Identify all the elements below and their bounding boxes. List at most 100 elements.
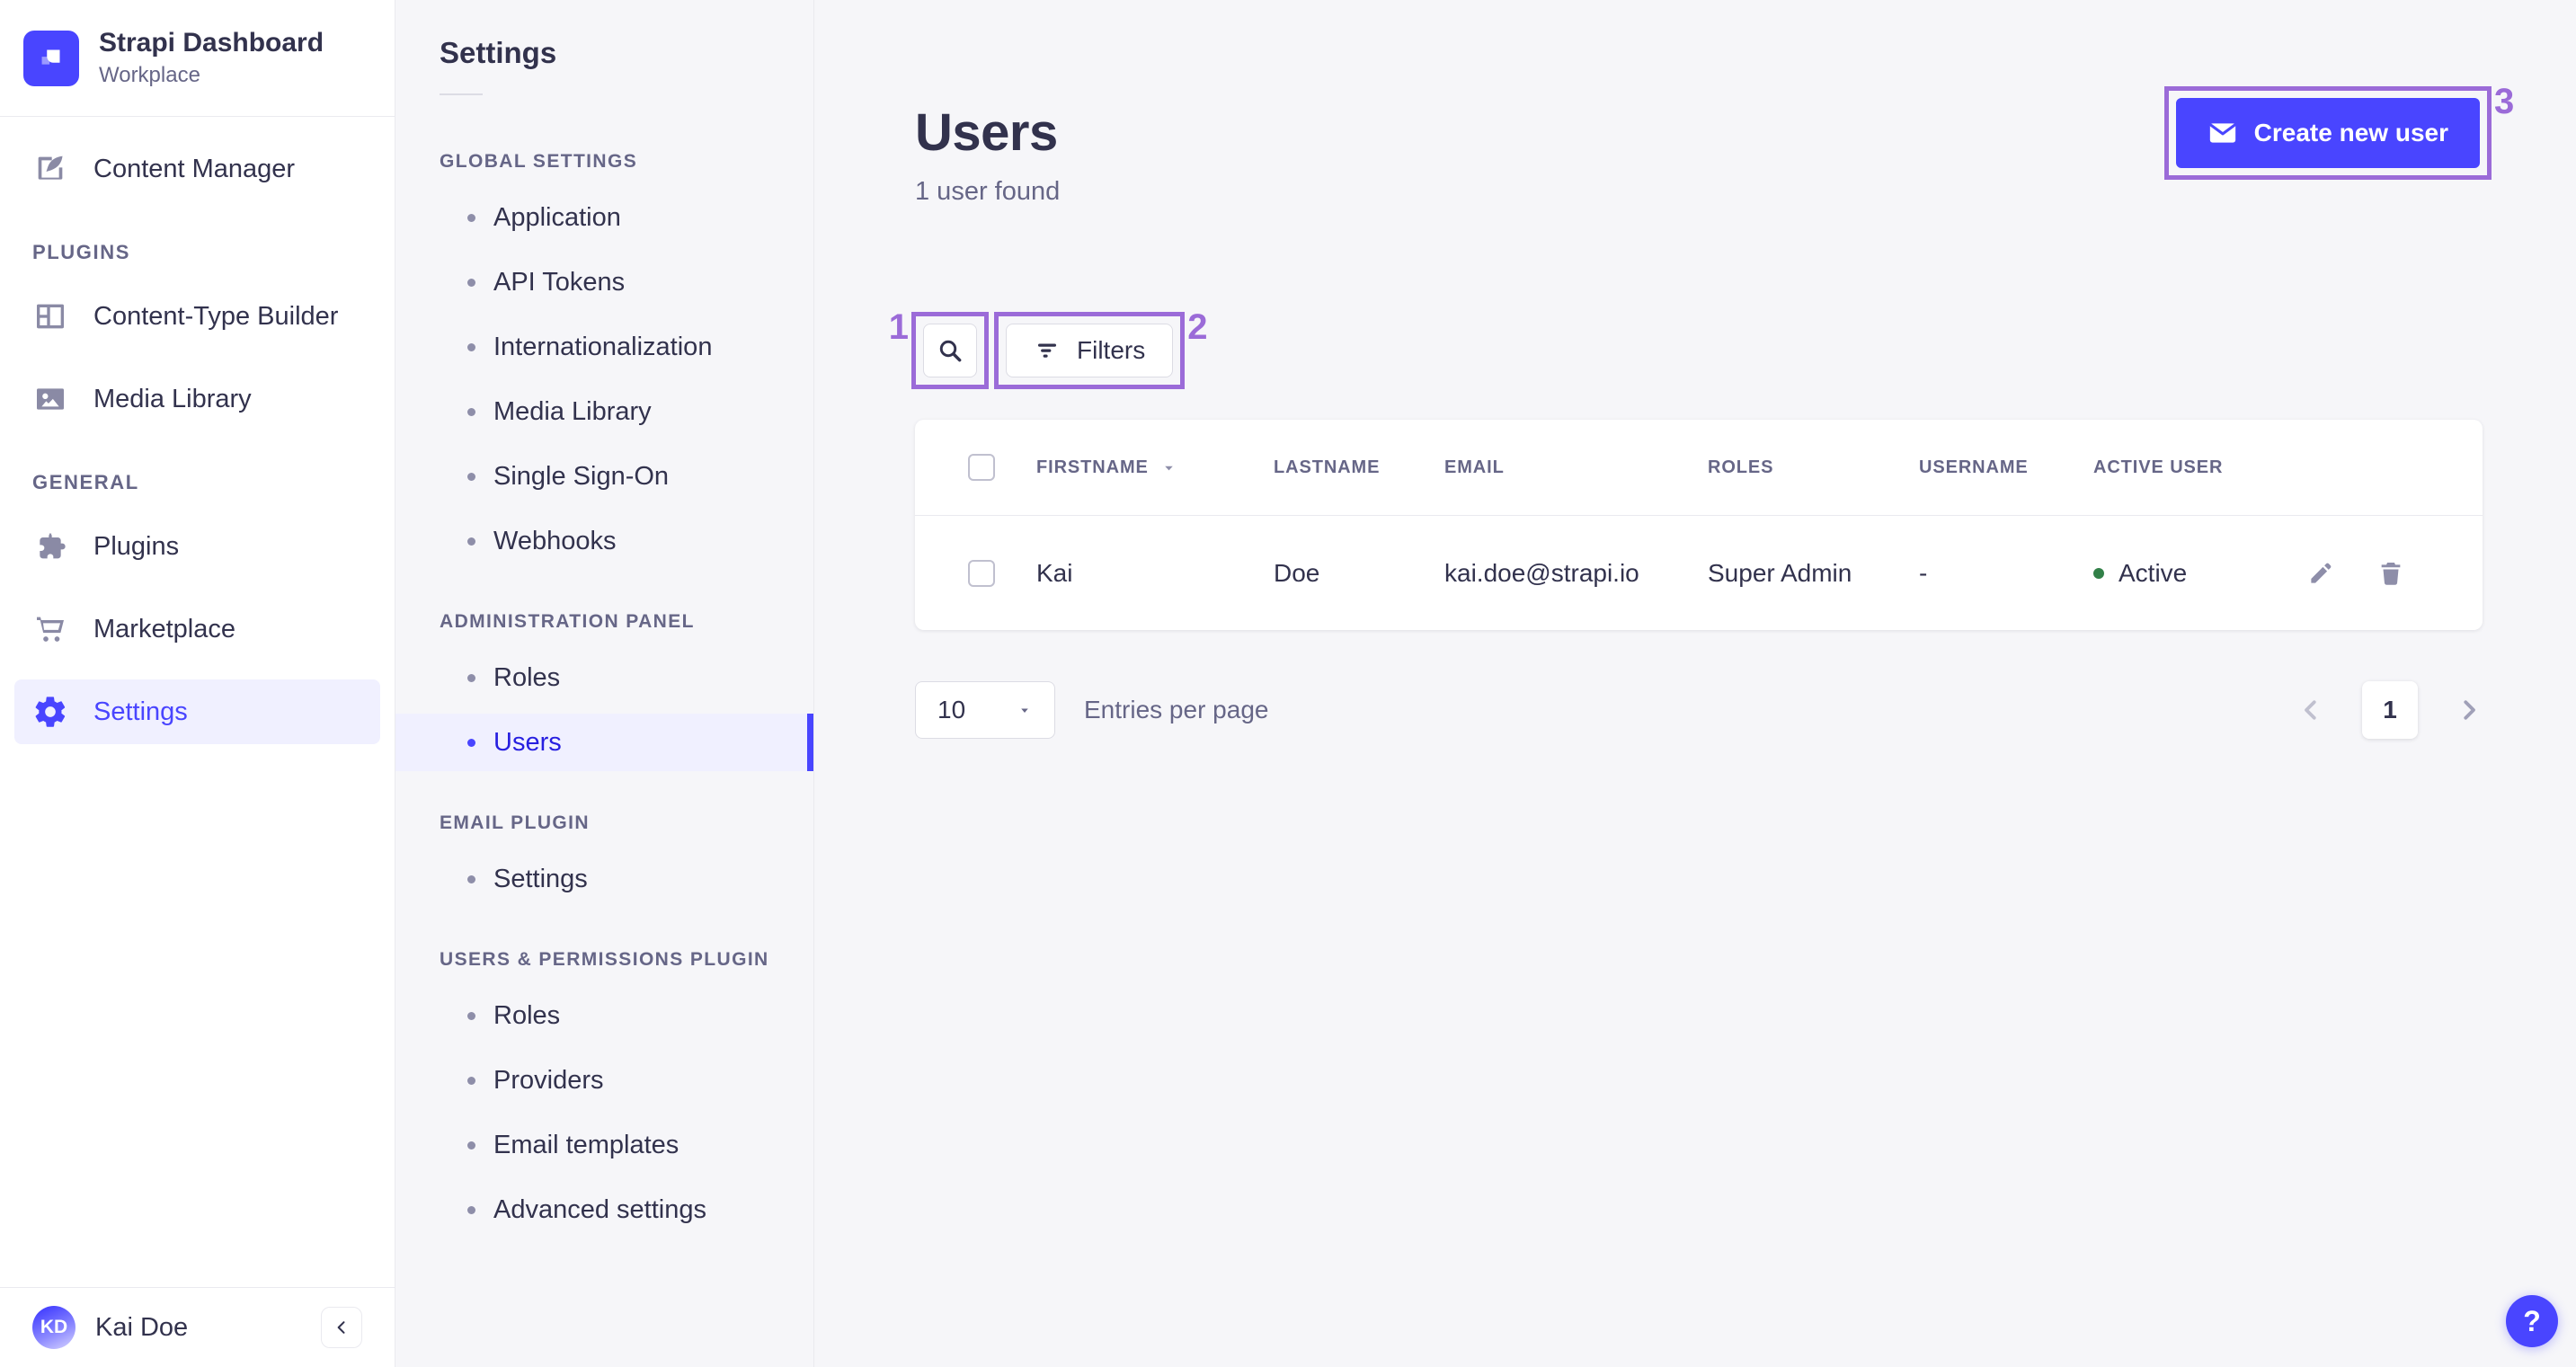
cart-icon (37, 617, 64, 642)
toolbar: 1 2 Filters (889, 309, 2576, 389)
settings-subnav: Settings GLOBAL SETTINGS Application API… (395, 0, 814, 1367)
main-content: Users 1 user found 3 Create new user 1 2… (814, 0, 2576, 1367)
subnav-section-header: GLOBAL SETTINGS (440, 151, 638, 172)
sidebar-item-label: Content Manager (93, 154, 296, 183)
annotation-box-1: 1 (889, 309, 989, 389)
sidebar-user-footer[interactable]: KD Kai Doe (0, 1287, 395, 1367)
subnav-item-media-library[interactable]: Media Library (395, 383, 813, 440)
selected-page-size: 10 (937, 696, 966, 723)
main-sidebar: Strapi Dashboard Workplace Content Manag… (0, 0, 395, 1367)
subnav-item-up-email-templates[interactable]: Email templates (395, 1116, 813, 1174)
subnav-item-internationalization[interactable]: Internationalization (395, 318, 813, 376)
subnav-item-application[interactable]: Application (395, 189, 813, 246)
table-row[interactable]: Kai Doe kai.doe@strapi.io Super Admin - … (915, 515, 2483, 630)
subnav-item-label: Webhooks (493, 526, 617, 555)
sidebar-item-label: Marketplace (93, 614, 235, 644)
nav-section-general: GENERAL (32, 471, 139, 493)
subnav-item-up-advanced-settings[interactable]: Advanced settings (395, 1181, 813, 1238)
pagination-bar: 10 Entries per page 1 (915, 681, 2483, 739)
user-count: 1 user found (915, 177, 1061, 206)
subnav-item-label: Email templates (493, 1130, 680, 1159)
nav-section-plugins: PLUGINS (32, 241, 130, 263)
filters-button[interactable]: Filters (1006, 324, 1174, 377)
sidebar-item-label: Settings (93, 697, 188, 726)
sort-descending-icon (1165, 466, 1173, 470)
help-button[interactable]: ? (2506, 1295, 2558, 1347)
subnav-item-label: Roles (493, 662, 561, 692)
sidebar-item-content-type-builder[interactable]: Content-Type Builder (14, 284, 380, 349)
brand-text: Strapi Dashboard Workplace (99, 28, 324, 88)
column-header-roles: ROLES (1708, 457, 1774, 477)
annotation-label-3: 3 (2494, 82, 2515, 121)
layout-icon (37, 304, 64, 329)
next-page-icon[interactable] (2456, 697, 2483, 723)
annotation-label-2: 2 (1187, 307, 1208, 347)
subnav-section-users-permissions: USERS & PERMISSIONS PLUGIN Roles Provide… (395, 949, 813, 1238)
edit-icon[interactable] (2305, 558, 2336, 589)
cell-active-user: Active (2093, 559, 2282, 588)
subnav-item-label: Media Library (493, 396, 652, 426)
subnav-item-label: Users (493, 727, 562, 757)
sidebar-item-content-manager[interactable]: Content Manager (14, 137, 380, 201)
subnav-title: Settings (440, 36, 557, 69)
sidebar-item-media-library[interactable]: Media Library (14, 367, 380, 431)
delete-icon[interactable] (2376, 558, 2406, 589)
caret-down-icon (1021, 708, 1028, 713)
subnav-item-single-sign-on[interactable]: Single Sign-On (395, 448, 813, 505)
page-title: Users (915, 103, 1058, 162)
gear-icon (35, 697, 66, 727)
subnav-section-email-plugin: EMAIL PLUGIN Settings (395, 812, 813, 908)
column-header-email: EMAIL (1444, 457, 1505, 477)
column-header-active-user: ACTIVE USER (2093, 457, 2224, 477)
subnav-section-global-settings: GLOBAL SETTINGS Application API Tokens I… (395, 151, 813, 570)
row-checkbox[interactable] (968, 559, 995, 587)
page-header: Users 1 user found 3 Create new user (814, 0, 2576, 207)
entries-per-page-select[interactable]: 10 (915, 681, 1055, 739)
subnav-item-webhooks[interactable]: Webhooks (395, 512, 813, 570)
collapse-sidebar-button[interactable] (321, 1307, 362, 1348)
avatar[interactable]: KD (32, 1306, 76, 1349)
active-status-dot (2093, 567, 2104, 579)
divider (440, 93, 483, 95)
subnav-section-header: EMAIL PLUGIN (440, 812, 590, 833)
select-all-checkbox[interactable] (968, 454, 995, 481)
subnav-item-label: Roles (493, 1000, 561, 1030)
entries-per-page-label: Entries per page (1084, 696, 1269, 723)
sidebar-item-marketplace[interactable]: Marketplace (14, 597, 380, 661)
page-size-control: 10 Entries per page (915, 681, 1268, 739)
annotation-box-2: 2 Filters (994, 309, 1207, 389)
annotation-label-1: 1 (888, 307, 909, 347)
subnav-item-up-providers[interactable]: Providers (395, 1052, 813, 1109)
create-new-user-button[interactable]: Create new user (2175, 98, 2480, 168)
subnav-item-label: Providers (493, 1065, 604, 1095)
subnav-item-email-settings[interactable]: Settings (395, 850, 813, 908)
cell-roles: Super Admin (1708, 558, 1852, 587)
filter-icon (1038, 343, 1056, 358)
column-header-lastname: LASTNAME (1274, 457, 1381, 477)
users-table: FIRSTNAME LASTNAME EMAIL ROLES USERNAME … (915, 420, 2483, 630)
annotation-box-3: 3 Create new user (2163, 84, 2514, 180)
previous-page-icon[interactable] (2297, 697, 2324, 723)
subnav-item-admin-users[interactable]: Users (395, 714, 813, 771)
page-number-button[interactable]: 1 (2362, 681, 2418, 739)
sidebar-item-plugins[interactable]: Plugins (14, 514, 380, 579)
column-header-username: USERNAME (1919, 457, 2029, 477)
column-header-firstname[interactable]: FIRSTNAME (1036, 457, 1274, 478)
subnav-item-up-roles[interactable]: Roles (395, 987, 813, 1044)
user-name: Kai Doe (95, 1312, 189, 1342)
sidebar-item-label: Media Library (93, 384, 252, 413)
pen-icon (38, 155, 64, 180)
sidebar-item-settings[interactable]: Settings (14, 679, 380, 744)
subnav-item-label: Internationalization (493, 332, 713, 361)
search-button[interactable] (923, 324, 977, 377)
subnav-section-administration-panel: ADMINISTRATION PANEL Roles Users (395, 611, 813, 771)
column-label: FIRSTNAME (1036, 457, 1149, 477)
brand-subtitle: Workplace (99, 63, 200, 87)
subnav-item-label: Advanced settings (493, 1194, 706, 1224)
subnav-item-api-tokens[interactable]: API Tokens (395, 253, 813, 311)
app-root: Strapi Dashboard Workplace Content Manag… (0, 0, 2576, 1367)
chevron-left-icon (337, 1321, 345, 1334)
row-actions (2282, 558, 2406, 589)
subnav-item-admin-roles[interactable]: Roles (395, 649, 813, 706)
create-new-user-label: Create new user (2253, 119, 2448, 146)
